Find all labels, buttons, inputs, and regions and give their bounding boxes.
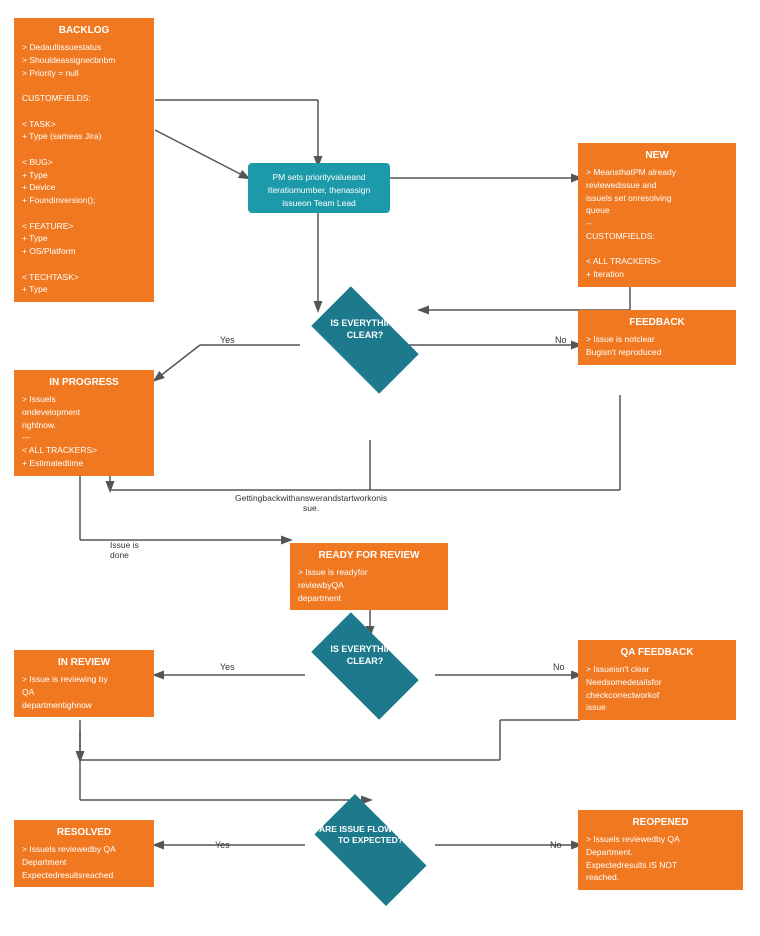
- qa-feedback-content: > Issueisn't clear Needsomedetailsfor ch…: [586, 663, 728, 714]
- resolved-title: RESOLVED: [22, 826, 146, 840]
- ready-for-review-box: READY FOR REVIEW > Issue is readyfor rev…: [290, 543, 448, 610]
- in-progress-box: IN PROGRESS > Issuels ondevelopment righ…: [14, 370, 154, 476]
- diamond2-text: IS EVERYTHINGCLEAR?: [300, 644, 430, 667]
- diamond3-shape: [314, 794, 426, 906]
- new-content: > MeansthatPM already reviewedissue and …: [586, 166, 728, 281]
- in-review-content: > Issue is reviewing by QA departmentigh…: [22, 673, 146, 711]
- getting-back-label: Gettingbackwithanswerandstartworkonissue…: [235, 493, 387, 513]
- resolved-box: RESOLVED > Issuels reviewedby QA Departm…: [14, 820, 154, 887]
- diamond1-text: IS EVERYTHINGCLEAR?: [300, 318, 430, 341]
- yes3-label: Yes: [215, 840, 230, 850]
- no2-label: No: [553, 662, 565, 672]
- qa-feedback-box: QA FEEDBACK > Issueisn't clear Needsomed…: [578, 640, 736, 720]
- resolved-content: > Issuels reviewedby QA Department Expec…: [22, 843, 146, 881]
- diamond3-wrapper: ARE ISSUE FLOWQUALSTO EXPECTED?: [298, 806, 443, 894]
- in-review-box: IN REVIEW > Issue is reviewing by QA dep…: [14, 650, 154, 717]
- feedback-content: > Issue is notclear Bugisn't reproduced: [586, 333, 728, 359]
- pm-sets-text: PM sets priorityvalueand Iteratiomumber,…: [268, 172, 371, 208]
- rfr-title: READY FOR REVIEW: [298, 549, 440, 563]
- yes2-label: Yes: [220, 662, 235, 672]
- no3-label: No: [550, 840, 562, 850]
- feedback-box: FEEDBACK > Issue is notclear Bugisn't re…: [578, 310, 736, 365]
- diagram-container: BACKLOG > Dedaultissuestatus > Shouldeas…: [0, 0, 760, 936]
- reopened-content: > Issuels reviewedby QA Department. Expe…: [586, 833, 735, 884]
- feedback-title: FEEDBACK: [586, 316, 728, 330]
- diamond3-text: ARE ISSUE FLOWQUALSTO EXPECTED?: [298, 824, 443, 846]
- in-progress-title: IN PROGRESS: [22, 376, 146, 390]
- pm-sets-box: PM sets priorityvalueand Iteratiomumber,…: [248, 163, 390, 213]
- in-review-title: IN REVIEW: [22, 656, 146, 670]
- new-title: NEW: [586, 149, 728, 163]
- issue-done-label: Issue isdone: [110, 540, 139, 560]
- backlog-content: > Dedaultissuestatus > Shouldeassignecbn…: [22, 41, 146, 296]
- yes1-label: Yes: [220, 335, 235, 345]
- in-progress-content: > Issuels ondevelopment rightnow. --- < …: [22, 393, 146, 470]
- backlog-title: BACKLOG: [22, 24, 146, 38]
- qa-feedback-title: QA FEEDBACK: [586, 646, 728, 660]
- backlog-box: BACKLOG > Dedaultissuestatus > Shouldeas…: [14, 18, 154, 302]
- new-box: NEW > MeansthatPM already reviewedissue …: [578, 143, 736, 287]
- diamond2-wrapper: IS EVERYTHINGCLEAR?: [300, 626, 430, 706]
- reopened-title: REOPENED: [586, 816, 735, 830]
- rfr-content: > Issue is readyfor reviewbyQA departmen…: [298, 566, 440, 604]
- reopened-box: REOPENED > Issuels reviewedby QA Departm…: [578, 810, 743, 890]
- diamond1-wrapper: IS EVERYTHINGCLEAR?: [300, 300, 430, 380]
- no1-label: No: [555, 335, 567, 345]
